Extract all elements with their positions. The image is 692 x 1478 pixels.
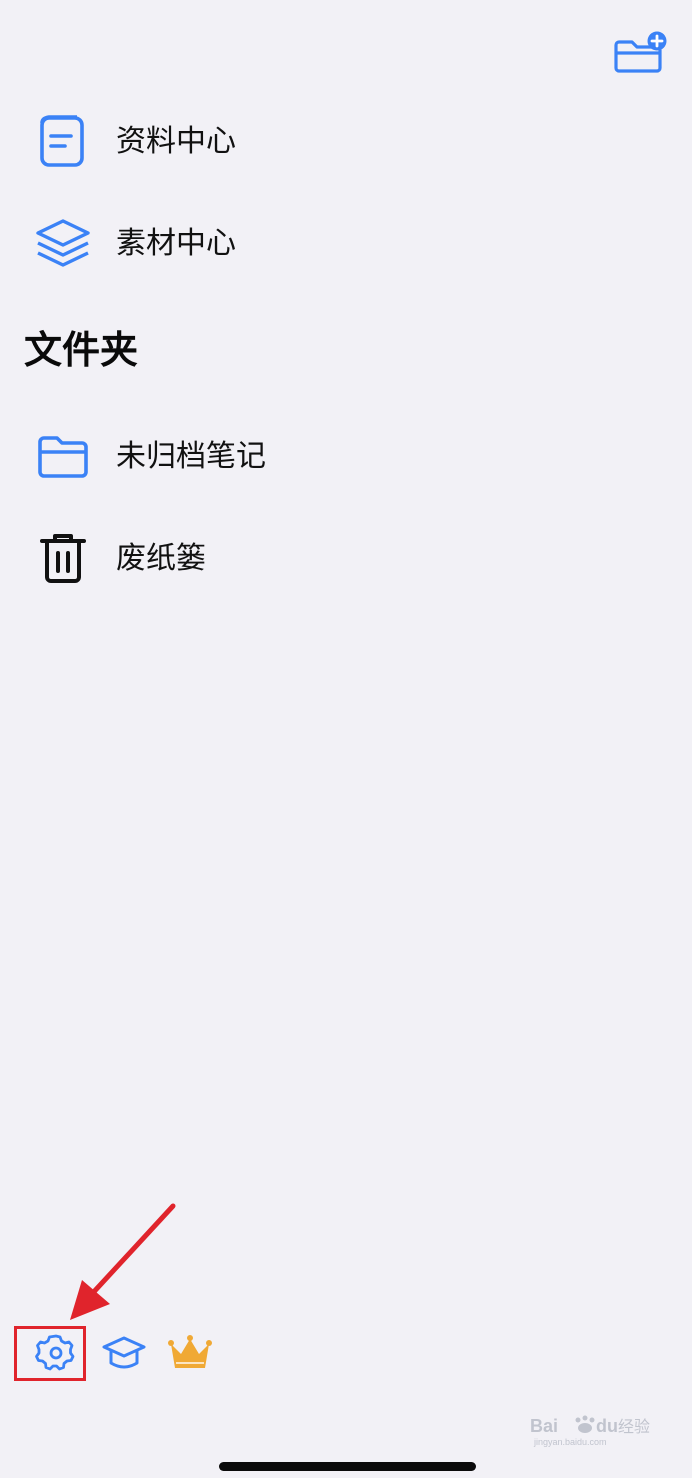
sidebar-item-label: 素材中心: [116, 226, 236, 261]
svg-text:du: du: [596, 1416, 618, 1436]
sidebar-item-material-center[interactable]: 素材中心: [0, 204, 692, 284]
trash-icon: [34, 531, 92, 587]
premium-button[interactable]: [166, 1330, 214, 1376]
sidebar-item-resource-center[interactable]: 资料中心: [0, 102, 692, 182]
svg-text:经验: 经验: [618, 1417, 650, 1436]
svg-text:Bai: Bai: [530, 1416, 558, 1436]
section-title-folders: 文件夹: [24, 328, 139, 372]
sidebar-item-trash[interactable]: 废纸篓: [0, 519, 692, 599]
folder-plus-icon: [614, 31, 667, 73]
layers-icon: [34, 216, 92, 272]
sidebar-item-label: 未归档笔记: [116, 439, 266, 474]
svg-text:jingyan.baidu.com: jingyan.baidu.com: [533, 1437, 607, 1447]
crown-icon: [168, 1335, 212, 1368]
annotation-arrow: [70, 1203, 176, 1320]
baidu-watermark-logo: Bai du 经验 jingyan.baidu.com: [530, 1415, 650, 1447]
sidebar-item-label: 资料中心: [116, 124, 236, 159]
folder-icon: [34, 429, 92, 485]
new-folder-button[interactable]: [612, 28, 668, 76]
notebook-icon: [34, 114, 92, 170]
sidebar-item-label: 废纸篓: [116, 541, 206, 576]
home-indicator: [219, 1462, 476, 1471]
sidebar-item-unfiled-notes[interactable]: 未归档笔记: [0, 417, 692, 497]
tutorial-button[interactable]: [100, 1330, 148, 1376]
annotation-highlight-box: [14, 1326, 86, 1381]
graduation-cap-icon: [102, 1336, 146, 1369]
